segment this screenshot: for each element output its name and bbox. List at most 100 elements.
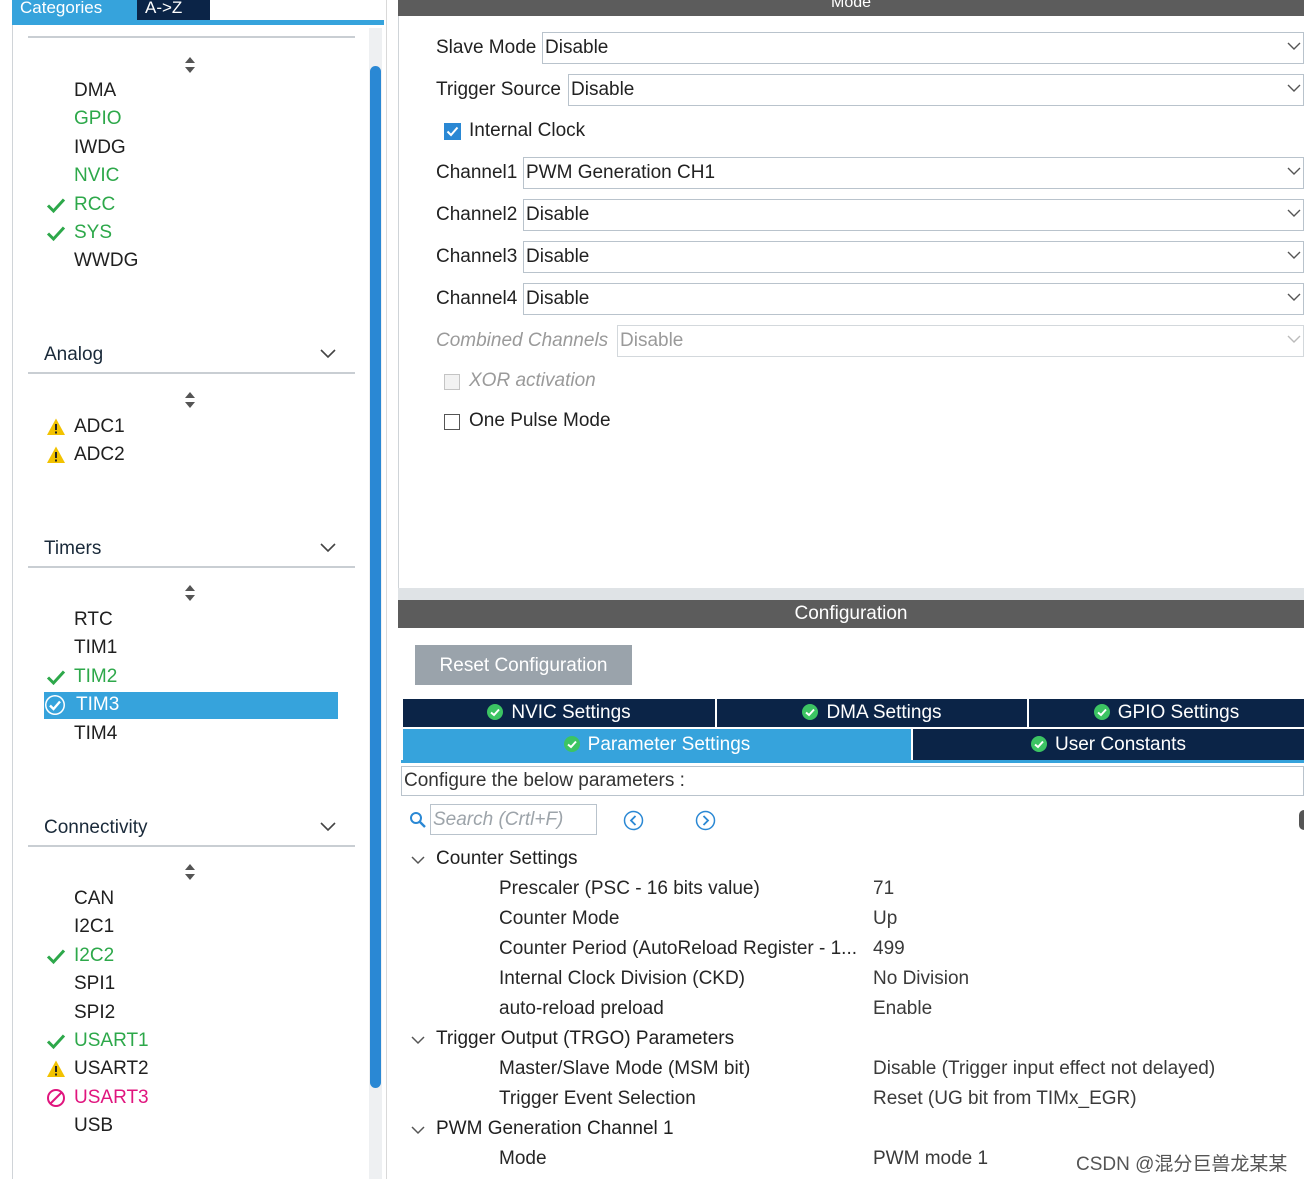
parameter-value[interactable]: No Division bbox=[873, 968, 969, 990]
options-icon[interactable] bbox=[1299, 810, 1304, 830]
sidebar-item-sys[interactable]: SYS bbox=[0, 219, 360, 247]
sidebar-item-label: DMA bbox=[74, 80, 117, 101]
sidebar-item-i2c1[interactable]: I2C1 bbox=[0, 913, 360, 941]
channel2-select[interactable]: Disable bbox=[523, 199, 1304, 231]
parameter-row[interactable]: Trigger Event Selection Reset (UG bit fro… bbox=[401, 1086, 1304, 1116]
tab-categories[interactable]: Categories bbox=[12, 0, 149, 20]
tab-parameter-label: Parameter Settings bbox=[587, 734, 751, 755]
tree-group-trigger-output-trgo-parameters[interactable]: Trigger Output (TRGO) Parameters bbox=[401, 1026, 1304, 1056]
section-connectivity-title[interactable]: Connectivity bbox=[44, 817, 148, 839]
tree-group-label: PWM Generation Channel 1 bbox=[436, 1118, 674, 1139]
trigger-source-select[interactable]: Disable bbox=[568, 74, 1304, 106]
sidebar-item-label: USART3 bbox=[74, 1086, 149, 1108]
sidebar-item-spi1[interactable]: SPI1 bbox=[0, 970, 360, 998]
parameter-value[interactable]: Reset (UG bit from TIMx_EGR) bbox=[873, 1088, 1137, 1110]
search-input[interactable]: Search (Crtl+F) bbox=[430, 804, 597, 835]
tab-nvic-settings[interactable]: NVIC Settings bbox=[403, 699, 717, 727]
parameter-value[interactable]: Enable bbox=[873, 998, 932, 1020]
check-circle-icon bbox=[44, 694, 65, 716]
parameter-value[interactable]: Disable (Trigger input effect not delaye… bbox=[873, 1058, 1215, 1080]
sort-icon[interactable] bbox=[184, 584, 196, 602]
check-icon bbox=[46, 946, 66, 966]
sidebar-item-spi2[interactable]: SPI2 bbox=[0, 999, 360, 1027]
channel1-select[interactable]: PWM Generation CH1 bbox=[523, 157, 1304, 189]
tab-parameter-settings[interactable]: Parameter Settings bbox=[403, 729, 911, 760]
chevron-down-icon[interactable] bbox=[411, 1033, 425, 1047]
section-analog-title[interactable]: Analog bbox=[44, 344, 103, 366]
parameter-row[interactable]: Master/Slave Mode (MSM bit) Disable (Trig… bbox=[401, 1056, 1304, 1086]
slave-mode-select[interactable]: Disable bbox=[542, 32, 1304, 64]
next-result-icon[interactable] bbox=[695, 810, 716, 831]
check-icon bbox=[46, 195, 66, 215]
sidebar-item-can[interactable]: CAN bbox=[0, 885, 360, 913]
reset-configuration-button[interactable]: Reset Configuration bbox=[415, 645, 632, 685]
one-pulse-mode-checkbox[interactable] bbox=[444, 414, 460, 430]
chevron-down-icon[interactable] bbox=[320, 541, 336, 553]
sort-icon[interactable] bbox=[184, 863, 196, 881]
tab-dma-settings[interactable]: DMA Settings bbox=[717, 699, 1029, 727]
internal-clock-checkbox[interactable] bbox=[444, 123, 461, 140]
tab-nvic-label: NVIC Settings bbox=[511, 702, 631, 723]
search-icon bbox=[410, 812, 426, 828]
parameter-value[interactable]: 499 bbox=[873, 938, 905, 960]
tab-user-constants-label: User Constants bbox=[1055, 734, 1186, 755]
sidebar-item-adc1[interactable]: ADC1 bbox=[0, 413, 360, 441]
sidebar-item-wwdg[interactable]: WWDG bbox=[0, 247, 360, 275]
chevron-down-icon[interactable] bbox=[411, 853, 425, 867]
chevron-down-icon[interactable] bbox=[320, 820, 336, 832]
sort-icon[interactable] bbox=[184, 56, 196, 74]
trigger-source-label: Trigger Source bbox=[436, 79, 561, 100]
sidebar-item-iwdg[interactable]: IWDG bbox=[0, 134, 360, 162]
parameter-row[interactable]: Prescaler (PSC - 16 bits value) 71 bbox=[401, 876, 1304, 906]
sidebar-item-tim4[interactable]: TIM4 bbox=[0, 720, 360, 748]
scrollbar-thumb[interactable] bbox=[370, 66, 381, 1088]
chevron-down-icon[interactable] bbox=[320, 347, 336, 359]
tab-user-constants[interactable]: User Constants bbox=[913, 729, 1304, 760]
tree-group-counter-settings[interactable]: Counter Settings bbox=[401, 846, 1304, 876]
sidebar-item-tim2[interactable]: TIM2 bbox=[0, 663, 360, 691]
parameter-value[interactable]: Up bbox=[873, 908, 897, 930]
section-timers-title[interactable]: Timers bbox=[44, 538, 101, 560]
parameter-value[interactable]: 71 bbox=[873, 878, 894, 900]
check-icon bbox=[46, 223, 66, 243]
channel3-select[interactable]: Disable bbox=[523, 241, 1304, 273]
sidebar-item-usart3[interactable]: USART3 bbox=[0, 1084, 360, 1112]
sidebar-item-dma[interactable]: DMA bbox=[0, 77, 360, 105]
sidebar-item-tim1[interactable]: TIM1 bbox=[0, 634, 360, 662]
channel4-select[interactable]: Disable bbox=[523, 283, 1304, 315]
parameter-row[interactable]: Internal Clock Division (CKD) No Division bbox=[401, 966, 1304, 996]
check-circle-icon bbox=[1031, 736, 1048, 752]
slave-mode-label: Slave Mode bbox=[436, 37, 537, 58]
slave-mode-value: Disable bbox=[545, 37, 609, 58]
chevron-down-icon bbox=[1287, 209, 1301, 217]
warning-icon bbox=[46, 445, 66, 465]
sort-icon[interactable] bbox=[184, 391, 196, 409]
parameter-value[interactable]: PWM mode 1 bbox=[873, 1148, 988, 1170]
tab-a-z[interactable]: A->Z bbox=[137, 0, 210, 20]
sidebar-item-adc2[interactable]: ADC2 bbox=[0, 441, 360, 469]
sidebar-item-rcc[interactable]: RCC bbox=[0, 191, 360, 219]
sidebar-item-label: GPIO bbox=[74, 108, 122, 130]
channel1-label: Channel1 bbox=[436, 162, 518, 183]
chevron-down-icon[interactable] bbox=[411, 1123, 425, 1137]
parameter-row[interactable]: auto-reload preload Enable bbox=[401, 996, 1304, 1026]
previous-result-icon[interactable] bbox=[623, 810, 644, 831]
sidebar-item-i2c2[interactable]: I2C2 bbox=[0, 942, 360, 970]
sidebar-item-usb[interactable]: USB bbox=[0, 1112, 360, 1140]
panel-splitter[interactable] bbox=[398, 588, 1304, 600]
sidebar-item-gpio[interactable]: GPIO bbox=[0, 105, 360, 133]
sidebar-item-usart2[interactable]: USART2 bbox=[0, 1055, 360, 1083]
check-icon bbox=[46, 1031, 66, 1051]
combined-channels-value: Disable bbox=[620, 330, 684, 351]
tree-group-pwm-generation-channel-1[interactable]: PWM Generation Channel 1 bbox=[401, 1116, 1304, 1146]
sidebar-item-rtc[interactable]: RTC bbox=[0, 606, 360, 634]
parameter-row[interactable]: Counter Mode Up bbox=[401, 906, 1304, 936]
sidebar-item-label: TIM3 bbox=[76, 694, 120, 716]
sidebar-item-tim3[interactable]: TIM3 bbox=[0, 691, 360, 720]
sidebar-item-label: I2C2 bbox=[74, 944, 115, 966]
sidebar-item-nvic[interactable]: NVIC bbox=[0, 162, 360, 190]
parameter-row[interactable]: Counter Period (AutoReload Register - 1.… bbox=[401, 936, 1304, 966]
parameter-name: Mode bbox=[499, 1148, 547, 1169]
tab-gpio-settings[interactable]: GPIO Settings bbox=[1029, 699, 1304, 727]
sidebar-item-usart1[interactable]: USART1 bbox=[0, 1027, 360, 1055]
